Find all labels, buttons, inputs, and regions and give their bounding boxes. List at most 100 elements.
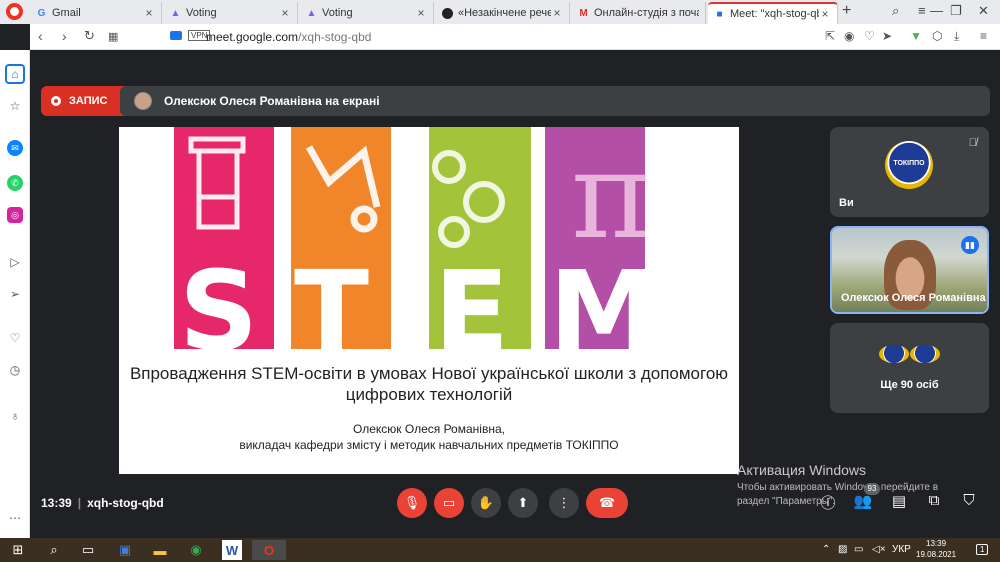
word-icon[interactable]: W — [222, 540, 242, 560]
minimize-button[interactable]: — — [930, 3, 943, 18]
meet-area: ЗАПИС Олексюк Олеся Романівна на екрані — [30, 50, 1000, 538]
info-icon[interactable]: ⓘ — [817, 492, 839, 513]
reload-icon[interactable]: ↻ — [84, 28, 95, 44]
close-window-button[interactable]: ✕ — [978, 3, 989, 19]
mic-toggle-button[interactable]: 🎙 — [397, 488, 427, 518]
gmail-icon: M — [579, 7, 588, 19]
new-tab-button[interactable]: + — [842, 2, 851, 20]
address-bar: ‹ › ↻ ▦ VPN meet.google.com/xqh-stog-qbd… — [30, 24, 1000, 50]
raise-hand-button[interactable]: ✋ — [471, 488, 501, 518]
file-explorer-icon[interactable]: ▬ — [150, 540, 170, 560]
tab-online-studio[interactable]: M Онлайн-студія з почат — [572, 2, 706, 24]
activities-icon[interactable]: ⧉ — [923, 492, 945, 509]
browser-tab-bar: G Gmail × ▲ Voting × ▲ Voting × «Незакін… — [0, 0, 1000, 24]
close-icon[interactable]: × — [819, 7, 831, 21]
tab-voting-2[interactable]: ▲ Voting × — [300, 2, 434, 24]
tab-meet[interactable]: ■ Meet: "xqh-stog-qbd" × — [708, 2, 838, 24]
participants-count-badge: 93 — [864, 483, 880, 495]
tips-icon[interactable]: ♁ — [5, 406, 25, 426]
stem-letter-m: M — [549, 247, 658, 357]
chat-icon[interactable]: ▤ — [888, 492, 910, 510]
hand-icon: ✋ — [477, 495, 495, 510]
easy-setup-icon[interactable]: ≡ — [918, 3, 926, 18]
search-icon[interactable]: ⌕ — [44, 540, 64, 560]
tab-gmail[interactable]: G Gmail × — [30, 2, 162, 24]
flow-icon[interactable]: ➢ — [5, 284, 25, 304]
present-button[interactable]: ⬆ — [508, 488, 538, 518]
meet-icon: ■ — [716, 8, 723, 20]
save-app-icon[interactable]: ▣ — [115, 540, 135, 560]
avatar-icon — [442, 7, 453, 19]
instagram-icon[interactable]: ◎ — [7, 207, 23, 223]
chrome-icon[interactable]: ◉ — [186, 540, 206, 560]
opera-logo[interactable] — [6, 3, 23, 20]
shared-slide: π S T E M Впровадження STEM-освіти в умо… — [119, 127, 739, 474]
snapshot-icon[interactable]: ◉ — [844, 29, 854, 43]
participant-name: Ви — [839, 197, 854, 209]
stem-letter-t: T — [294, 247, 369, 357]
voting-icon: ▲ — [306, 7, 317, 19]
heart-icon[interactable]: ♡ — [864, 29, 875, 43]
more-icon[interactable]: ⋯ — [5, 508, 25, 528]
mic-off-icon: 🎙̸ — [968, 137, 977, 149]
stem-illustration: π S T E M — [174, 127, 658, 357]
participant-tile-more[interactable]: Ще 90 осіб — [830, 323, 989, 413]
mic-off-icon: 🎙 — [403, 495, 421, 510]
tab-voting-1[interactable]: ▲ Voting × — [164, 2, 298, 24]
hang-up-icon: ☎ — [598, 495, 616, 510]
tab-nezakinchene[interactable]: «Незакінчене речення» × — [436, 2, 570, 24]
stem-letter-s: S — [179, 247, 258, 357]
language-indicator[interactable]: УКР — [892, 544, 911, 555]
messenger-icon[interactable]: ✉ — [7, 140, 23, 156]
windows-taskbar: ⊞ ⌕ ▭ ▣ ▬ ◉ W O ⌃ ▨ ▭ ◁× УКР 13:39 19.08… — [0, 538, 1000, 562]
camera-icon[interactable] — [170, 31, 182, 40]
tabs-grid-icon[interactable]: ▦ — [108, 30, 118, 43]
close-icon[interactable]: × — [143, 6, 155, 20]
star-icon[interactable]: ☆ — [5, 96, 25, 116]
back-icon[interactable]: ‹ — [38, 28, 43, 44]
whatsapp-icon[interactable]: ✆ — [7, 175, 23, 191]
windows-start-icon[interactable]: ⊞ — [8, 540, 28, 560]
menu-icon[interactable]: ≡ — [980, 29, 987, 43]
windows-activation-title: Активация Windows — [737, 462, 867, 478]
tray-photo-icon[interactable]: ▨ — [838, 544, 847, 555]
browser-sidebar: ⌂ ☆ ✉ ✆ ◎ ▷ ➢ ♡ ◷ ♁ ⋯ — [0, 50, 30, 538]
url-field[interactable]: meet.google.com/xqh-stog-qbd — [206, 30, 371, 44]
meeting-code[interactable]: xqh-stog-qbd — [87, 496, 164, 510]
close-icon[interactable]: × — [551, 6, 563, 20]
extension-icon[interactable]: ▼ — [910, 29, 922, 43]
meeting-time: 13:39 — [41, 496, 72, 510]
host-controls-icon[interactable]: ⛉ — [958, 492, 980, 509]
tokippo-logo: ТОКІППО — [885, 141, 933, 189]
history-icon[interactable]: ◷ — [5, 360, 25, 380]
taskbar-clock[interactable]: 13:39 19.08.2021 — [916, 538, 956, 560]
favorites-icon[interactable]: ♡ — [5, 328, 25, 348]
search-icon[interactable]: ⌕ — [892, 3, 899, 19]
forward-icon[interactable]: › — [62, 28, 67, 44]
volume-icon[interactable]: ◁× — [872, 544, 886, 555]
notifications-icon[interactable]: 1 — [976, 544, 989, 555]
participant-tile-self[interactable]: ТОКІППО 🎙̸ Ви — [830, 127, 989, 217]
record-icon — [51, 96, 61, 106]
leave-call-button[interactable]: ☎ — [586, 488, 628, 518]
participant-tile-speaker[interactable]: ▮▮ Олексюк Олеся Романівна — [830, 226, 989, 314]
more-options-button[interactable]: ⋮ — [549, 488, 579, 518]
camera-toggle-button[interactable]: ▭ — [434, 488, 464, 518]
task-view-icon[interactable]: ▭ — [78, 540, 98, 560]
tray-expand-icon[interactable]: ⌃ — [822, 544, 830, 555]
send-icon[interactable]: ➤ — [882, 29, 892, 43]
close-icon[interactable]: × — [279, 6, 291, 20]
tokippo-logo — [910, 345, 940, 363]
home-icon[interactable]: ⌂ — [5, 64, 25, 84]
player-icon[interactable]: ▷ — [5, 252, 25, 272]
restore-button[interactable]: ❐ — [950, 3, 962, 19]
download-icon[interactable]: ⤓ — [954, 29, 959, 44]
presenter-banner: Олексюк Олеся Романівна на екрані — [120, 86, 990, 116]
opera-taskbar-icon[interactable]: O — [252, 540, 286, 560]
meeting-info: 13:39 | xqh-stog-qbd — [41, 496, 164, 510]
cube-icon[interactable]: ⬡ — [932, 29, 942, 43]
share-icon[interactable]: ⇱ — [825, 29, 835, 43]
close-icon[interactable]: × — [415, 6, 427, 20]
network-icon[interactable]: ▭ — [854, 544, 863, 555]
pi-symbol: π — [571, 127, 650, 266]
